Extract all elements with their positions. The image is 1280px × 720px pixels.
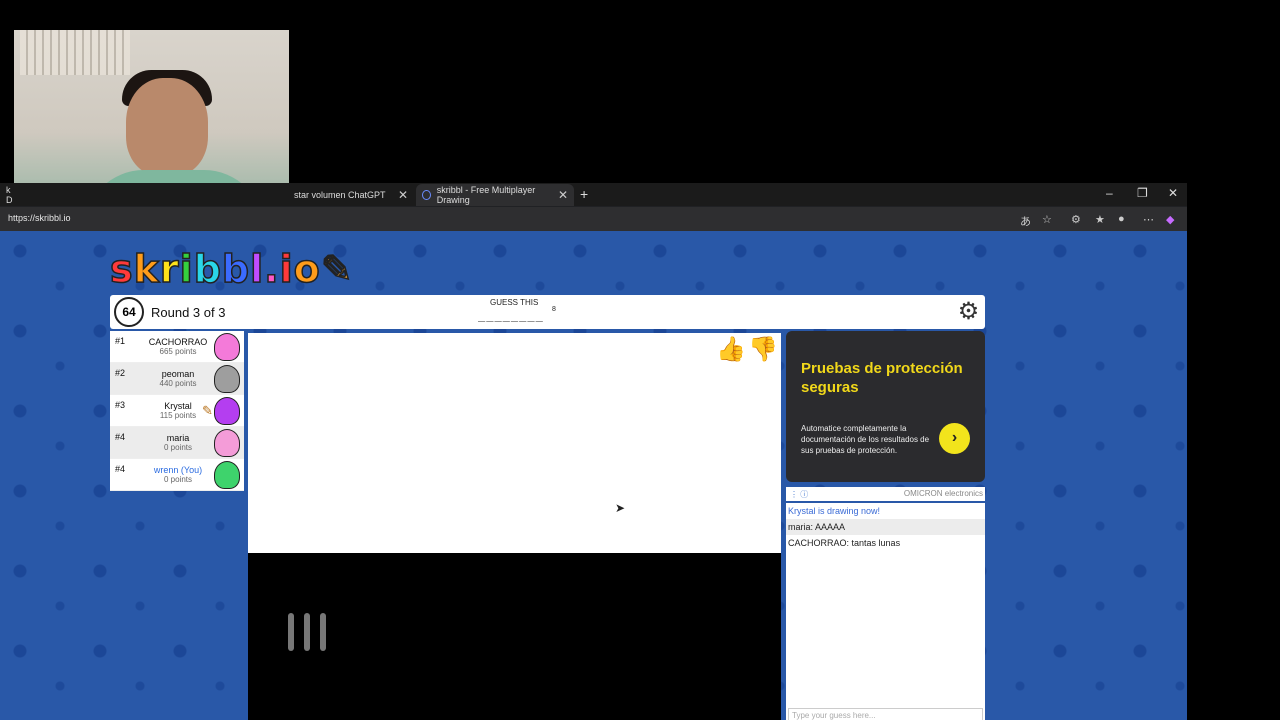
player-row[interactable]: #4 maria 0 points xyxy=(110,427,244,459)
player-row[interactable]: #3 Krystal 115 points ✎ xyxy=(110,395,244,427)
player-points: 665 points xyxy=(159,347,197,356)
background-poster xyxy=(20,30,130,75)
mouse-cursor-icon: ➤ xyxy=(615,501,626,515)
chat-panel: Krystal is drawing now! maria: AAAAA CAC… xyxy=(786,503,985,720)
profile-icon[interactable]: ● xyxy=(1118,213,1125,225)
address-bar: https://skribbl.io あ ☆ ⚙ ★ ● ⋯ ◆ xyxy=(0,207,1187,231)
translate-icon[interactable]: あ xyxy=(1020,213,1031,229)
ad-title: Pruebas de protección seguras xyxy=(801,360,963,396)
new-tab-icon[interactable]: + xyxy=(580,186,588,202)
canvas-drawn-area xyxy=(248,333,781,553)
guess-input[interactable]: Type your guess here... xyxy=(788,708,983,720)
extensions-icon[interactable]: ⚙ xyxy=(1071,213,1081,226)
restore-icon[interactable]: ❐ xyxy=(1137,186,1148,200)
chat-message: CACHORRAO: tantas lunas xyxy=(786,535,985,551)
tab-label: star volumen ChatGPT xyxy=(294,190,386,200)
tab-label: skribbl - Free Multiplayer Drawing xyxy=(436,185,536,205)
player-name: wrenn (You) xyxy=(153,465,203,475)
copilot-icon[interactable]: ◆ xyxy=(1166,213,1174,226)
logo-letter: i xyxy=(179,246,194,292)
chat-message: maria: AAAAA xyxy=(786,519,985,535)
chat-author: CACHORRAO: xyxy=(788,538,850,548)
chat-text: tantas lunas xyxy=(851,538,901,548)
player-rank: #1 xyxy=(115,336,126,346)
drawing-pencil-icon: ✎ xyxy=(202,403,213,418)
close-icon[interactable]: ✕ xyxy=(550,188,568,202)
logo-letter: k xyxy=(133,246,160,292)
tab-bar: k D star volumen ChatGPT ✕ skribbl - Free… xyxy=(0,183,1187,206)
ad-info-icon[interactable]: ⋮ ⓘ xyxy=(790,489,808,500)
skribbl-logo: skribbl.io✎ xyxy=(109,246,354,292)
close-window-icon[interactable]: ✕ xyxy=(1168,186,1178,200)
player-name: peoman xyxy=(161,369,195,379)
ad-text: Automatice completamente la documentació… xyxy=(801,424,930,455)
minimize-icon[interactable]: – xyxy=(1106,186,1113,200)
player-rank: #4 xyxy=(115,464,126,474)
chat-author: maria: xyxy=(788,522,814,532)
player-rank: #2 xyxy=(115,368,126,378)
webcam-overlay xyxy=(14,30,289,201)
ad-arrow-icon[interactable]: › xyxy=(939,423,970,454)
logo-letter: i xyxy=(279,246,294,292)
logo-letter: s xyxy=(109,246,134,292)
loading-bars xyxy=(288,613,326,651)
logo-letter: . xyxy=(263,246,280,292)
logo-letter: r xyxy=(159,246,180,292)
player-points: 440 points xyxy=(159,379,197,388)
thumbs-down-icon[interactable]: 👎 xyxy=(748,335,778,364)
pencil-icon: ✎ xyxy=(320,246,354,292)
avatar xyxy=(214,429,240,457)
word-length: 8 xyxy=(552,306,556,313)
guess-label: GUESS THIS xyxy=(490,298,539,307)
player-name: CACHORRAO xyxy=(148,337,208,347)
url-field[interactable]: https://skribbl.io xyxy=(8,213,71,223)
skribbl-favicon-icon xyxy=(422,190,431,200)
browser-window: k D star volumen ChatGPT ✕ skribbl - Free… xyxy=(0,183,1187,720)
logo-letter: l xyxy=(249,246,265,292)
player-list: #1 CACHORRAO 665 points #2 peoman 440 po… xyxy=(110,331,244,491)
chat-text: Krystal is drawing now! xyxy=(788,506,881,516)
round-indicator: Round 3 of 3 xyxy=(151,305,226,320)
tab-skribbl[interactable]: skribbl - Free Multiplayer Drawing ✕ xyxy=(416,184,574,206)
ad-info-bar: ⋮ ⓘ OMICRON electronics xyxy=(786,487,985,501)
player-name: maria xyxy=(166,433,190,443)
timer-clock-icon: 64 xyxy=(114,297,144,327)
player-rank: #4 xyxy=(115,432,126,442)
advertisement[interactable]: Pruebas de protección seguras Automatice… xyxy=(786,331,985,482)
player-points: 0 points xyxy=(163,475,193,484)
drawing-canvas[interactable]: 👍 👎 ➤ xyxy=(248,333,781,720)
favorite-star-icon[interactable]: ☆ xyxy=(1042,213,1052,226)
avatar xyxy=(214,397,240,425)
more-menu-icon[interactable]: ⋯ xyxy=(1143,213,1154,226)
player-points: 0 points xyxy=(163,443,193,452)
tab-label: k D xyxy=(6,185,13,205)
person-face xyxy=(126,78,208,176)
word-hint: ________ xyxy=(478,308,544,322)
settings-gear-icon[interactable]: ⚙ xyxy=(955,298,982,325)
player-rank: #3 xyxy=(115,400,126,410)
favorites-icon[interactable]: ★ xyxy=(1095,213,1105,226)
logo-letter: o xyxy=(293,246,321,292)
avatar xyxy=(214,333,240,361)
tab-chatgpt[interactable]: star volumen ChatGPT ✕ xyxy=(288,184,414,206)
logo-letter: b xyxy=(221,246,251,292)
chat-text: AAAAA xyxy=(815,522,846,532)
avatar xyxy=(214,461,240,489)
logo-letter: b xyxy=(193,246,222,292)
ad-brand: OMICRON electronics xyxy=(903,489,983,498)
thumbs-up-icon[interactable]: 👍 xyxy=(716,335,746,364)
avatar xyxy=(214,365,240,393)
player-row[interactable]: #1 CACHORRAO 665 points xyxy=(110,331,244,363)
game-header: 64 Round 3 of 3 GUESS THIS ________ 8 ⚙ xyxy=(110,295,985,329)
close-icon[interactable]: ✕ xyxy=(390,188,408,202)
chat-message: Krystal is drawing now! xyxy=(786,503,985,519)
player-row[interactable]: #2 peoman 440 points xyxy=(110,363,244,395)
player-row[interactable]: #4 wrenn (You) 0 points xyxy=(110,459,244,491)
skribbl-page: skribbl.io✎ 64 Round 3 of 3 GUESS THIS _… xyxy=(0,231,1187,720)
timer-value: 64 xyxy=(122,305,136,319)
tab-partial[interactable]: k D xyxy=(0,184,13,206)
